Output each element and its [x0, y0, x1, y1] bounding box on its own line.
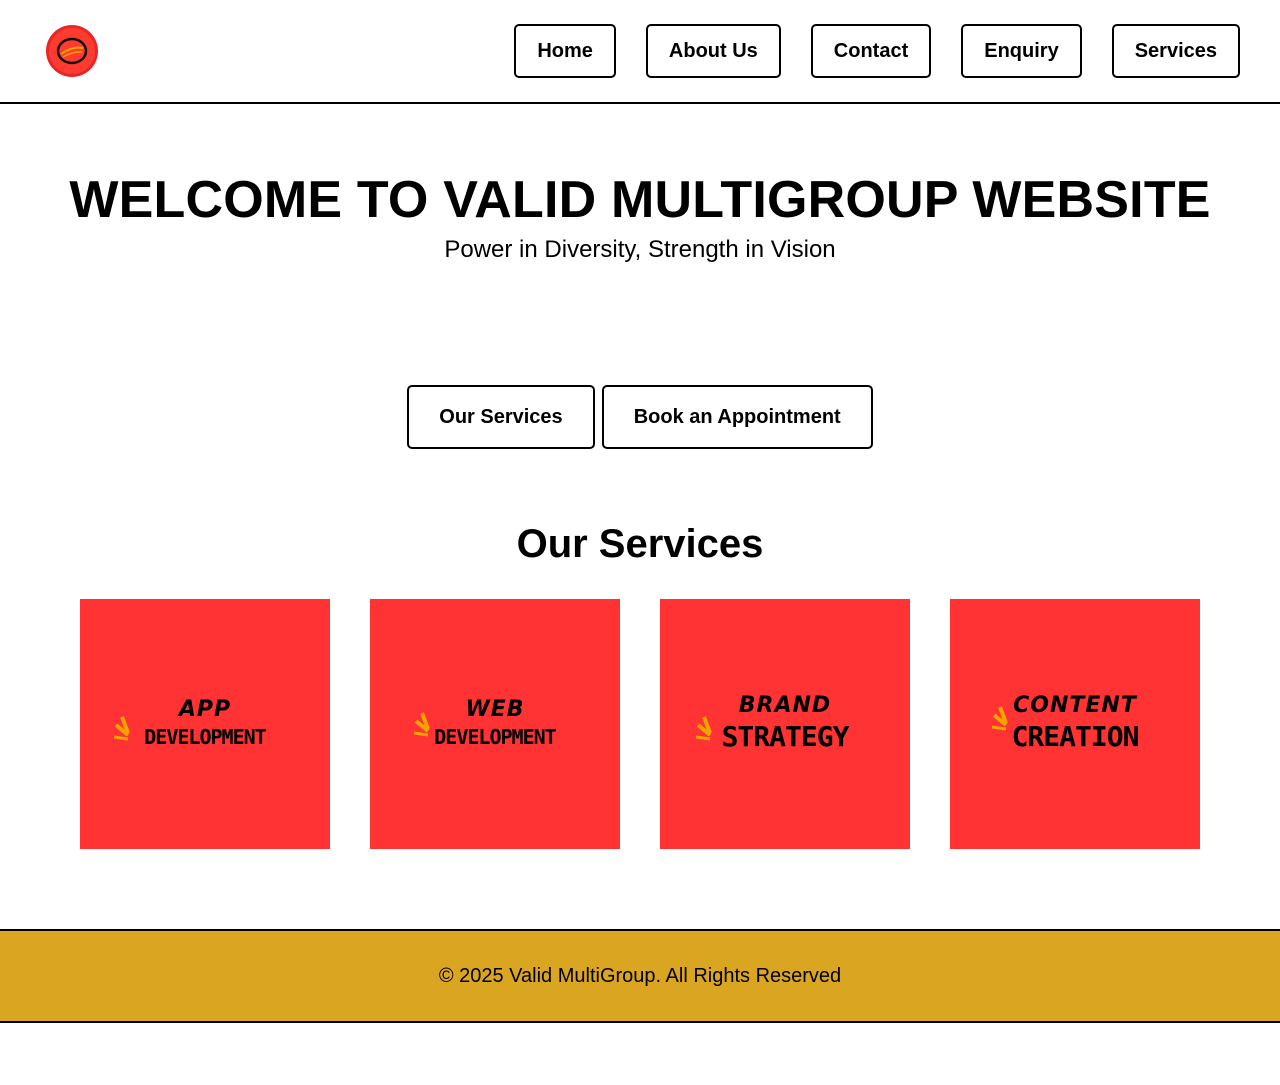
card-title-line1: WEB: [465, 697, 525, 722]
card-title-line1: BRAND: [738, 693, 832, 718]
site-header: Home About Us Contact Enquiry Services: [0, 0, 1280, 104]
card-title-line1: CONTENT: [1013, 693, 1137, 718]
card-title-line2: STRATEGY: [721, 720, 850, 753]
site-footer: © 2025 Valid MultiGroup. All Rights Rese…: [0, 929, 1280, 1023]
nav-contact-button[interactable]: Contact: [810, 24, 932, 78]
cta-row: Our Services Book an Appointment: [0, 385, 1280, 449]
service-card-content-creation[interactable]: CONTENT CREATION: [950, 599, 1200, 849]
nav-enquiry-button[interactable]: Enquiry: [961, 24, 1082, 78]
card-title-line1: APP: [178, 697, 232, 722]
card-title-line2: DEVELOPMENT: [434, 725, 556, 749]
hero-title: WELCOME TO VALID MULTIGROUP WEBSITE: [69, 171, 1211, 229]
service-card-web-development[interactable]: WEB DEVELOPMENT: [370, 599, 620, 849]
nav-services-button[interactable]: Services: [1111, 24, 1240, 78]
book-appointment-button[interactable]: Book an Appointment: [601, 385, 873, 449]
burst-icon: [992, 706, 1008, 731]
nav-home-button[interactable]: Home: [514, 24, 616, 78]
hero-tagline: Power in Diversity, Strength in Vision: [444, 236, 836, 263]
burst-icon: [114, 716, 130, 741]
logo-icon[interactable]: [45, 24, 99, 78]
our-services-button[interactable]: Our Services: [407, 385, 595, 449]
burst-icon: [696, 716, 712, 741]
services-title: Our Services: [516, 522, 764, 566]
burst-icon: [414, 712, 430, 737]
nav-about-button[interactable]: About Us: [645, 24, 781, 78]
card-title-line2: CREATION: [1011, 720, 1140, 753]
services-cards: APP DEVELOPMENT WEB DEVELOPMENT BRAND ST…: [0, 599, 1280, 849]
hero-section: WELCOME TO VALID MULTIGROUP WEBSITE Powe…: [0, 104, 1280, 449]
service-card-app-development[interactable]: APP DEVELOPMENT: [80, 599, 330, 849]
card-title-line2: DEVELOPMENT: [144, 725, 266, 749]
service-card-brand-strategy[interactable]: BRAND STRATEGY: [660, 599, 910, 849]
copyright-text: © 2025 Valid MultiGroup. All Rights Rese…: [438, 964, 842, 987]
services-section: Our Services APP DEVELOPMENT WEB DEVELOP…: [0, 521, 1280, 849]
main-nav: Home About Us Contact Enquiry Services: [514, 24, 1240, 78]
